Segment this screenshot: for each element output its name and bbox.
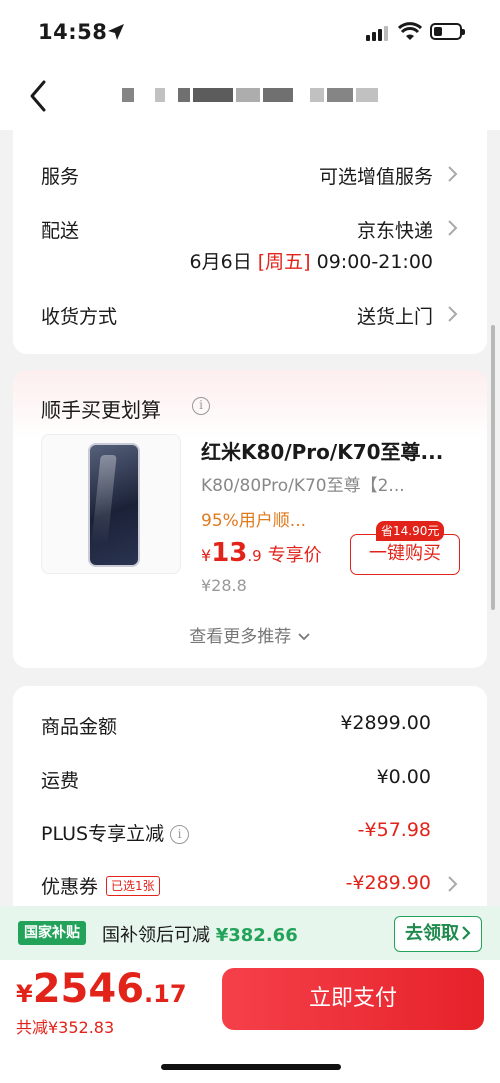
chevron-down-icon xyxy=(298,633,310,641)
recommend-card: 顺手买更划算 i 红米K80/Pro/K70至尊... K80/80Pro/K7… xyxy=(13,370,487,668)
status-bar: 14:58 xyxy=(0,0,500,64)
total-price: ¥2546.17 xyxy=(16,966,187,1012)
cellular-signal-icon xyxy=(366,26,388,41)
shipping-value: 京东快递 xyxy=(356,220,433,242)
subsidy-description: 国补领后可减 xyxy=(102,925,210,946)
chevron-right-icon xyxy=(462,926,471,940)
total-currency: ¥ xyxy=(16,980,33,1008)
chevron-right-icon xyxy=(448,166,458,182)
shipping-schedule: 6月6日 [周五] 09:00-21:00 xyxy=(190,247,433,274)
goods-label: 商品金额 xyxy=(41,716,118,738)
nav-bar xyxy=(0,64,500,130)
total-decimal: .17 xyxy=(144,980,187,1008)
recommend-title: 顺手买更划算 xyxy=(41,398,161,422)
original-price: ¥28.8 xyxy=(201,576,247,595)
national-subsidy-bar: 国家补贴 国补领后可减 ¥382.66 去领取 xyxy=(0,906,500,960)
product-image[interactable] xyxy=(41,434,181,574)
delivery-card: 服务 可选增值服务 配送 京东快递 6月6日 [周五] 09:00-21:00 … xyxy=(13,130,487,354)
subsidy-tag: 国家补贴 xyxy=(18,921,86,945)
coupon-label: 优惠券 xyxy=(41,876,99,898)
service-value: 可选增值服务 xyxy=(318,166,433,188)
price-integer: 13 xyxy=(211,538,248,568)
home-indicator[interactable] xyxy=(161,1064,341,1070)
battery-icon xyxy=(430,23,465,40)
save-badge: 省14.90元 xyxy=(376,521,445,541)
scrollbar[interactable] xyxy=(491,325,495,610)
coupon-value: -¥289.90 xyxy=(345,872,431,894)
coupon-label-wrap: 优惠券 已选1张 xyxy=(41,872,160,899)
price-summary-card: 商品金额 ¥2899.00 运费 ¥0.00 PLUS专享立减 i -¥57.98… xyxy=(13,686,487,916)
receive-label: 收货方式 xyxy=(41,306,118,328)
service-label: 服务 xyxy=(41,166,80,188)
goods-value: ¥2899.00 xyxy=(340,712,431,734)
shipping-weekday: [周五] xyxy=(257,251,311,273)
plus-label-wrap: PLUS专享立减 i xyxy=(41,819,190,846)
wifi-icon xyxy=(398,22,422,40)
checkout-bar: ¥2546.17 共减¥352.83 立即支付 xyxy=(0,960,500,1083)
plus-label: PLUS专享立减 xyxy=(41,823,165,845)
shipping-label: 配送 xyxy=(41,220,80,242)
chevron-right-icon xyxy=(448,876,458,892)
subsidy-text: 国补领后可减 ¥382.66 xyxy=(102,921,298,947)
product-spec: K80/80Pro/K70至尊【2... xyxy=(201,476,405,496)
more-recommendations-link[interactable]: 查看更多推荐 xyxy=(13,622,487,647)
claim-subsidy-button[interactable]: 去领取 xyxy=(394,916,482,952)
total-integer: 2546 xyxy=(32,966,145,1012)
blurred-title xyxy=(122,88,378,102)
price-currency: ¥ xyxy=(201,546,212,565)
product-price: ¥13.9 专享价 xyxy=(201,538,322,568)
back-arrow-icon[interactable] xyxy=(26,78,54,114)
claim-label: 去领取 xyxy=(405,923,459,944)
product-tag: 95%用户顺... xyxy=(201,511,306,531)
chevron-right-icon xyxy=(448,220,458,236)
info-icon[interactable]: i xyxy=(192,397,210,415)
freight-value: ¥0.00 xyxy=(376,766,431,788)
pay-now-button[interactable]: 立即支付 xyxy=(222,968,484,1030)
subsidy-amount: ¥382.66 xyxy=(215,925,298,946)
status-time: 14:58 xyxy=(38,20,108,44)
price-label: 专享价 xyxy=(267,545,322,566)
receive-value: 送货上门 xyxy=(356,306,433,328)
product-name[interactable]: 红米K80/Pro/K70至尊... xyxy=(201,436,461,465)
total-saved: 共减¥352.83 xyxy=(16,1018,115,1037)
location-arrow-icon xyxy=(108,24,124,40)
freight-label: 运费 xyxy=(41,770,80,792)
coupon-badge: 已选1张 xyxy=(106,876,160,896)
chevron-right-icon xyxy=(448,306,458,322)
shipping-date: 6月6日 xyxy=(189,251,252,273)
shipping-time: 09:00-21:00 xyxy=(316,251,433,273)
info-icon[interactable]: i xyxy=(170,825,190,844)
phone-protector-image xyxy=(88,443,140,567)
plus-value: -¥57.98 xyxy=(357,819,431,841)
more-recommendations-label: 查看更多推荐 xyxy=(189,627,292,647)
price-decimal: .9 xyxy=(247,547,262,565)
